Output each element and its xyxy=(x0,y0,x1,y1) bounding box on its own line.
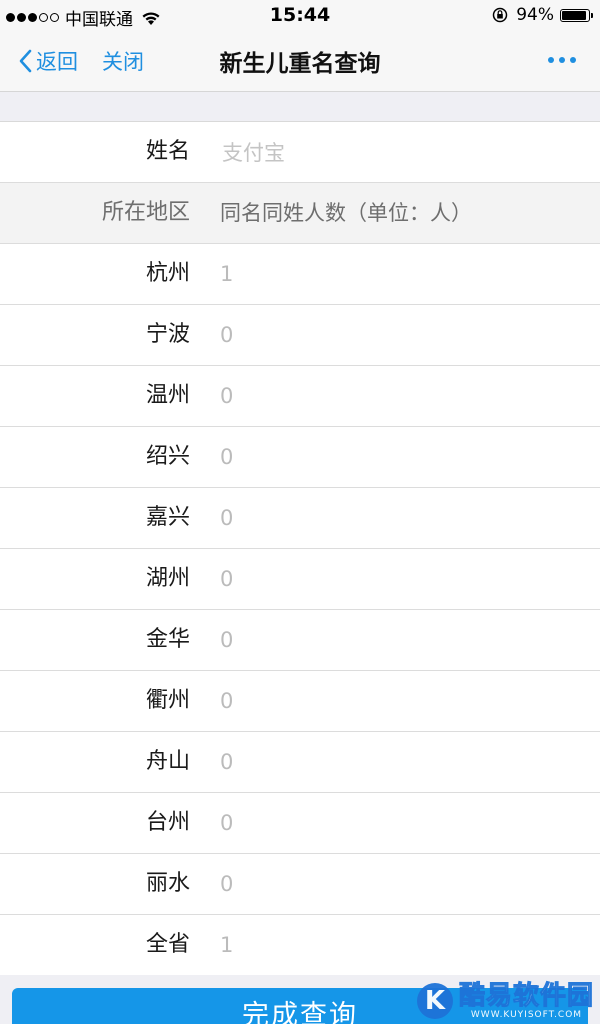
table-row: 湖州 0 xyxy=(0,549,600,610)
more-dot xyxy=(570,57,576,63)
region-count: 0 xyxy=(220,872,234,896)
region-count: 0 xyxy=(220,384,234,408)
table-row: 全省 1 xyxy=(0,915,600,976)
name-row: 姓名 xyxy=(0,122,600,183)
region-name: 杭州 xyxy=(145,261,190,286)
region-count: 1 xyxy=(220,933,234,957)
region-column-header: 所在地区 xyxy=(101,200,190,225)
region-name: 衢州 xyxy=(145,688,190,713)
region-count: 0 xyxy=(220,506,234,530)
more-dot xyxy=(559,57,565,63)
watermark-k-icon: K xyxy=(416,983,453,1019)
battery-fill xyxy=(562,10,587,20)
region-name: 湖州 xyxy=(145,566,190,591)
section-spacer xyxy=(0,92,600,122)
app-screen: 中国联通 15:44 94% 返回 关闭 新生儿重名查询 姓名 支付宝 所在地区… xyxy=(0,0,600,1024)
region-name: 全省 xyxy=(145,932,190,957)
status-right: 94% xyxy=(492,5,593,25)
rotation-lock-icon xyxy=(492,7,508,23)
watermark-text: 酷易软件园 WWW.KUYISOFT.COM xyxy=(458,981,594,1021)
table-row: 衢州 0 xyxy=(0,671,600,732)
table-row: 嘉兴 0 xyxy=(0,488,600,549)
watermark-brand: 酷易软件园 xyxy=(458,981,594,1011)
table-row: 金华 0 xyxy=(0,610,600,671)
region-count: 0 xyxy=(220,628,234,652)
table-row: 绍兴 0 xyxy=(0,427,600,488)
watermark-url: WWW.KUYISOFT.COM xyxy=(470,1010,583,1020)
region-name: 嘉兴 xyxy=(145,505,190,530)
table-row: 台州 0 xyxy=(0,793,600,854)
region-count: 0 xyxy=(220,750,234,774)
table-row: 温州 0 xyxy=(0,366,600,427)
region-name: 宁波 xyxy=(145,322,190,347)
region-count: 0 xyxy=(220,689,234,713)
battery-icon xyxy=(560,8,593,22)
battery-percent: 94% xyxy=(516,5,554,25)
nav-bar: 返回 关闭 新生儿重名查询 xyxy=(0,32,600,92)
status-bar: 中国联通 15:44 94% xyxy=(0,0,600,32)
region-name: 金华 xyxy=(145,627,190,652)
table-row: 杭州 1 xyxy=(0,244,600,305)
region-name: 温州 xyxy=(145,383,190,408)
count-column-header: 同名同姓人数（单位：人） xyxy=(220,201,472,225)
region-count: 0 xyxy=(220,811,234,835)
name-label: 姓名 xyxy=(145,139,190,164)
region-name: 丽水 xyxy=(145,871,190,896)
page-title: 新生儿重名查询 xyxy=(219,51,381,77)
watermark-logo: K 酷易软件园 WWW.KUYISOFT.COM xyxy=(416,981,594,1021)
region-count: 1 xyxy=(220,262,234,286)
name-input[interactable] xyxy=(220,132,564,174)
region-name: 台州 xyxy=(145,810,190,835)
more-options-icon[interactable] xyxy=(548,57,576,63)
region-name: 舟山 xyxy=(145,749,190,774)
table-header-row: 所在地区 同名同姓人数（单位：人） xyxy=(0,183,600,244)
table-row: 宁波 0 xyxy=(0,305,600,366)
more-dot xyxy=(548,57,554,63)
region-count: 0 xyxy=(220,567,234,591)
result-list: 姓名 所在地区 同名同姓人数（单位：人） 杭州 1 宁波 0 温州 0 绍兴 0… xyxy=(0,122,600,976)
region-count: 0 xyxy=(220,323,234,347)
table-row: 丽水 0 xyxy=(0,854,600,915)
region-name: 绍兴 xyxy=(145,444,190,469)
table-row: 舟山 0 xyxy=(0,732,600,793)
region-count: 0 xyxy=(220,445,234,469)
